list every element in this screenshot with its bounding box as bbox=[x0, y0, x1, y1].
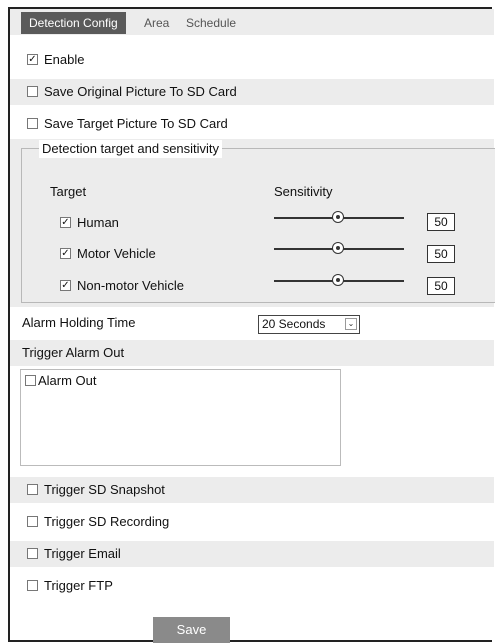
trigger-sd-snapshot-checkbox[interactable] bbox=[27, 484, 38, 496]
human-label: Human bbox=[77, 215, 119, 230]
motor-vehicle-sensitivity-value[interactable]: 50 bbox=[427, 245, 455, 263]
human-checkbox[interactable]: ✓ bbox=[60, 217, 71, 229]
human-sensitivity-slider[interactable] bbox=[274, 211, 404, 225]
enable-checkbox[interactable]: ✓ bbox=[27, 54, 38, 66]
save-target-row: Save Target Picture To SD Card bbox=[10, 111, 494, 137]
alarm-holding-value: 20 Seconds bbox=[262, 317, 326, 331]
slider-knob[interactable] bbox=[332, 242, 344, 254]
save-button[interactable]: Save bbox=[153, 617, 230, 643]
trigger-alarm-out-label: Trigger Alarm Out bbox=[22, 345, 125, 360]
alarm-out-list: Alarm Out bbox=[20, 369, 341, 466]
enable-label: Enable bbox=[44, 52, 85, 67]
alarm-holding-label: Alarm Holding Time bbox=[22, 315, 136, 330]
non-motor-vehicle-checkbox[interactable]: ✓ bbox=[60, 280, 71, 292]
motor-vehicle-label: Motor Vehicle bbox=[77, 246, 156, 261]
trigger-ftp-label: Trigger FTP bbox=[44, 578, 113, 593]
alarm-holding-row: Alarm Holding Time bbox=[10, 310, 494, 336]
trigger-alarm-out-row: Trigger Alarm Out bbox=[10, 340, 494, 366]
target-header: Target bbox=[50, 184, 87, 199]
chevron-down-icon[interactable]: ⌄ bbox=[345, 318, 357, 330]
save-original-checkbox[interactable] bbox=[27, 86, 38, 98]
detection-config-panel: Detection Config Area Schedule ✓ Enable S… bbox=[8, 7, 495, 643]
trigger-email-label: Trigger Email bbox=[44, 546, 121, 561]
tab-bar: Detection Config Area Schedule bbox=[10, 9, 494, 35]
sensitivity-header: Sensitivity bbox=[274, 184, 333, 199]
target-motor-vehicle: ✓ Motor Vehicle bbox=[60, 246, 156, 261]
slider-knob[interactable] bbox=[332, 274, 344, 286]
trigger-ftp-checkbox[interactable] bbox=[27, 580, 38, 592]
alarm-holding-select[interactable]: 20 Seconds ⌄ bbox=[258, 315, 360, 334]
non-motor-vehicle-label: Non-motor Vehicle bbox=[77, 278, 184, 293]
enable-row: ✓ Enable bbox=[10, 47, 494, 73]
trigger-email-checkbox[interactable] bbox=[27, 548, 38, 560]
tab-area[interactable]: Area bbox=[144, 12, 169, 34]
tab-schedule[interactable]: Schedule bbox=[186, 12, 236, 34]
save-target-checkbox[interactable] bbox=[27, 118, 38, 130]
trigger-sd-recording-checkbox[interactable] bbox=[27, 516, 38, 528]
human-sensitivity-value[interactable]: 50 bbox=[427, 213, 455, 231]
trigger-email-row: Trigger Email bbox=[10, 541, 494, 567]
slider-knob[interactable] bbox=[332, 211, 344, 223]
trigger-sd-recording-row: Trigger SD Recording bbox=[10, 509, 494, 535]
non-motor-vehicle-sensitivity-slider[interactable] bbox=[274, 274, 404, 288]
target-non-motor-vehicle: ✓ Non-motor Vehicle bbox=[60, 278, 184, 293]
alarm-out-label: Alarm Out bbox=[38, 373, 97, 388]
detection-fieldset: Detection target and sensitivity Target … bbox=[21, 140, 495, 303]
trigger-sd-snapshot-row: Trigger SD Snapshot bbox=[10, 477, 494, 503]
tab-detection-config[interactable]: Detection Config bbox=[21, 12, 126, 34]
save-target-label: Save Target Picture To SD Card bbox=[44, 116, 228, 131]
save-original-row: Save Original Picture To SD Card bbox=[10, 79, 494, 105]
detection-legend: Detection target and sensitivity bbox=[39, 140, 223, 158]
motor-vehicle-sensitivity-slider[interactable] bbox=[274, 242, 404, 256]
save-original-label: Save Original Picture To SD Card bbox=[44, 84, 237, 99]
motor-vehicle-checkbox[interactable]: ✓ bbox=[60, 248, 71, 260]
trigger-ftp-row: Trigger FTP bbox=[10, 573, 494, 599]
trigger-sd-recording-label: Trigger SD Recording bbox=[44, 514, 170, 529]
non-motor-vehicle-sensitivity-value[interactable]: 50 bbox=[427, 277, 455, 295]
list-item: Alarm Out bbox=[25, 372, 97, 390]
alarm-out-checkbox[interactable] bbox=[25, 375, 36, 387]
trigger-sd-snapshot-label: Trigger SD Snapshot bbox=[44, 482, 165, 497]
target-human: ✓ Human bbox=[60, 215, 119, 230]
